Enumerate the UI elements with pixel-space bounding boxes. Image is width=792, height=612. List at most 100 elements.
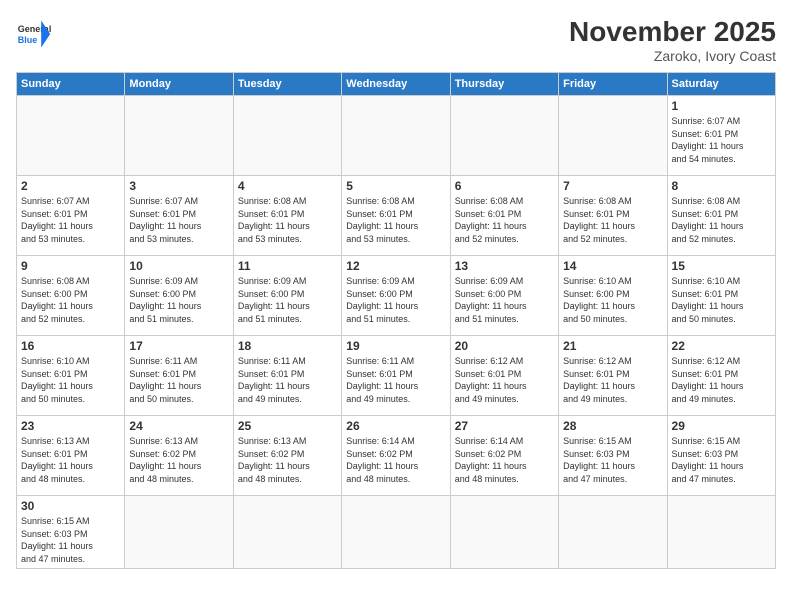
day-info: Sunrise: 6:14 AMSunset: 6:02 PMDaylight:… [346,435,445,485]
day-number: 21 [563,339,662,353]
day-number: 18 [238,339,337,353]
week-row-2: 2Sunrise: 6:07 AMSunset: 6:01 PMDaylight… [17,176,776,256]
day-number: 1 [672,99,771,113]
logo-icon: General Blue [16,16,52,52]
day-cell: 14 Sunrise: 6:10 AMSunset: 6:00 PMDayligh… [559,256,667,336]
day-cell: 18 Sunrise: 6:11 AMSunset: 6:01 PMDayligh… [233,336,341,416]
day-cell: 4 Sunrise: 6:08 AMSunset: 6:01 PMDaylight… [233,176,341,256]
day-number: 12 [346,259,445,273]
day-info: Sunrise: 6:15 AMSunset: 6:03 PMDaylight:… [672,435,771,485]
week-row-4: 16 Sunrise: 6:10 AMSunset: 6:01 PMDayligh… [17,336,776,416]
day-info: Sunrise: 6:09 AMSunset: 6:00 PMDaylight:… [238,275,337,325]
day-cell: 5Sunrise: 6:08 AMSunset: 6:01 PMDaylight… [342,176,450,256]
day-info: Sunrise: 6:08 AMSunset: 6:01 PMDaylight:… [563,195,662,245]
day-info: Sunrise: 6:13 AMSunset: 6:02 PMDaylight:… [129,435,228,485]
day-header-sunday: Sunday [17,73,125,96]
day-number: 14 [563,259,662,273]
day-cell: 25Sunrise: 6:13 AMSunset: 6:02 PMDayligh… [233,416,341,496]
day-number: 30 [21,499,120,513]
day-number: 10 [129,259,228,273]
day-number: 25 [238,419,337,433]
logo: General Blue [16,16,52,52]
day-cell: 8 Sunrise: 6:08 AMSunset: 6:01 PMDaylight… [667,176,775,256]
week-row-6: 30 Sunrise: 6:15 AMSunset: 6:03 PMDayligh… [17,496,776,569]
day-info: Sunrise: 6:13 AMSunset: 6:01 PMDaylight:… [21,435,120,485]
day-number: 28 [563,419,662,433]
day-number: 7 [563,179,662,193]
week-row-3: 9Sunrise: 6:08 AMSunset: 6:00 PMDaylight… [17,256,776,336]
day-number: 15 [672,259,771,273]
day-cell: 27 Sunrise: 6:14 AMSunset: 6:02 PMDayligh… [450,416,558,496]
day-info: Sunrise: 6:14 AMSunset: 6:02 PMDaylight:… [455,435,554,485]
day-info: Sunrise: 6:08 AMSunset: 6:01 PMDaylight:… [672,195,771,245]
day-cell: 30 Sunrise: 6:15 AMSunset: 6:03 PMDayligh… [17,496,125,569]
day-info: Sunrise: 6:11 AMSunset: 6:01 PMDaylight:… [238,355,337,405]
day-number: 23 [21,419,120,433]
day-cell: 20 Sunrise: 6:12 AMSunset: 6:01 PMDayligh… [450,336,558,416]
day-number: 20 [455,339,554,353]
day-header-row: SundayMondayTuesdayWednesdayThursdayFrid… [17,73,776,96]
day-header-saturday: Saturday [667,73,775,96]
day-info: Sunrise: 6:15 AMSunset: 6:03 PMDaylight:… [563,435,662,485]
day-info: Sunrise: 6:10 AMSunset: 6:00 PMDaylight:… [563,275,662,325]
day-number: 3 [129,179,228,193]
svg-text:Blue: Blue [18,35,38,45]
day-header-monday: Monday [125,73,233,96]
day-cell: 7 Sunrise: 6:08 AMSunset: 6:01 PMDaylight… [559,176,667,256]
day-cell: 10 Sunrise: 6:09 AMSunset: 6:00 PMDayligh… [125,256,233,336]
day-cell: 12Sunrise: 6:09 AMSunset: 6:00 PMDayligh… [342,256,450,336]
day-info: Sunrise: 6:11 AMSunset: 6:01 PMDaylight:… [346,355,445,405]
week-row-5: 23 Sunrise: 6:13 AMSunset: 6:01 PMDayligh… [17,416,776,496]
day-info: Sunrise: 6:12 AMSunset: 6:01 PMDaylight:… [563,355,662,405]
location: Zaroko, Ivory Coast [569,48,776,64]
day-cell: 22Sunrise: 6:12 AMSunset: 6:01 PMDayligh… [667,336,775,416]
day-number: 26 [346,419,445,433]
day-cell [559,496,667,569]
day-number: 8 [672,179,771,193]
day-number: 11 [238,259,337,273]
day-info: Sunrise: 6:08 AMSunset: 6:01 PMDaylight:… [238,195,337,245]
day-info: Sunrise: 6:12 AMSunset: 6:01 PMDaylight:… [455,355,554,405]
title-block: November 2025 Zaroko, Ivory Coast [569,16,776,64]
day-info: Sunrise: 6:15 AMSunset: 6:03 PMDaylight:… [21,515,120,565]
day-number: 17 [129,339,228,353]
page-header: General Blue November 2025 Zaroko, Ivory… [16,16,776,64]
day-cell: 6 Sunrise: 6:08 AMSunset: 6:01 PMDaylight… [450,176,558,256]
day-number: 24 [129,419,228,433]
day-cell: 2Sunrise: 6:07 AMSunset: 6:01 PMDaylight… [17,176,125,256]
day-header-friday: Friday [559,73,667,96]
day-cell [667,496,775,569]
day-cell: 19 Sunrise: 6:11 AMSunset: 6:01 PMDayligh… [342,336,450,416]
day-number: 13 [455,259,554,273]
day-cell: 9Sunrise: 6:08 AMSunset: 6:00 PMDaylight… [17,256,125,336]
day-number: 16 [21,339,120,353]
day-cell [559,96,667,176]
day-cell [342,96,450,176]
month-title: November 2025 [569,16,776,48]
day-cell: 11 Sunrise: 6:09 AMSunset: 6:00 PMDayligh… [233,256,341,336]
day-cell: 13 Sunrise: 6:09 AMSunset: 6:00 PMDayligh… [450,256,558,336]
day-cell: 24 Sunrise: 6:13 AMSunset: 6:02 PMDayligh… [125,416,233,496]
day-number: 19 [346,339,445,353]
day-cell [450,496,558,569]
day-number: 29 [672,419,771,433]
day-info: Sunrise: 6:10 AMSunset: 6:01 PMDaylight:… [21,355,120,405]
day-info: Sunrise: 6:07 AMSunset: 6:01 PMDaylight:… [129,195,228,245]
day-number: 9 [21,259,120,273]
day-cell: 16 Sunrise: 6:10 AMSunset: 6:01 PMDayligh… [17,336,125,416]
day-cell: 1Sunrise: 6:07 AMSunset: 6:01 PMDaylight… [667,96,775,176]
day-number: 4 [238,179,337,193]
day-info: Sunrise: 6:09 AMSunset: 6:00 PMDaylight:… [455,275,554,325]
day-number: 22 [672,339,771,353]
day-cell [125,96,233,176]
day-cell: 28 Sunrise: 6:15 AMSunset: 6:03 PMDayligh… [559,416,667,496]
day-cell: 26 Sunrise: 6:14 AMSunset: 6:02 PMDayligh… [342,416,450,496]
day-cell [450,96,558,176]
day-info: Sunrise: 6:09 AMSunset: 6:00 PMDaylight:… [129,275,228,325]
day-info: Sunrise: 6:07 AMSunset: 6:01 PMDaylight:… [21,195,120,245]
day-cell [17,96,125,176]
day-number: 27 [455,419,554,433]
day-cell [233,96,341,176]
day-number: 6 [455,179,554,193]
day-info: Sunrise: 6:08 AMSunset: 6:01 PMDaylight:… [455,195,554,245]
